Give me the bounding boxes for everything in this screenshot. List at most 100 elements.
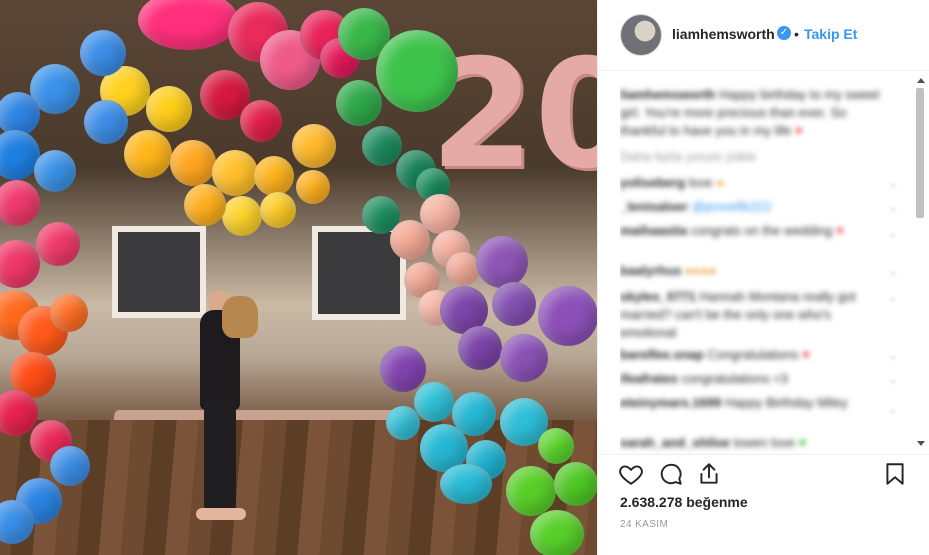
heart-emoji: ♥: [794, 123, 803, 138]
post-photo[interactable]: 20: [0, 0, 597, 555]
likes-count[interactable]: 2.638.278 beğenme: [620, 494, 748, 510]
load-more-comments[interactable]: Daha fazla yorum yükle: [620, 148, 882, 166]
bookmark-icon[interactable]: [882, 461, 908, 487]
chevron-down-icon[interactable]: ⌄: [888, 372, 900, 386]
chevron-down-icon[interactable]: ⌄: [888, 348, 900, 362]
action-bar: [598, 454, 929, 495]
comment-user[interactable]: maihaastia: [620, 223, 687, 238]
balloon: [538, 286, 597, 346]
heart-emoji: ♥: [802, 347, 810, 362]
chevron-down-icon[interactable]: ⌄: [888, 226, 900, 240]
scroll-thumb[interactable]: [916, 88, 924, 218]
comment-row: barelfee.snap Congratulations ♥: [620, 346, 882, 364]
post-modal: 20 liamhemsworth ✓ • Takip Et liamhemswo…: [0, 0, 929, 555]
balloon: [84, 100, 128, 144]
chevron-down-icon[interactable]: ⌄: [888, 402, 900, 416]
balloon: [254, 156, 294, 196]
likes-suffix: beğenme: [686, 494, 748, 510]
chevron-down-icon[interactable]: ⌄: [888, 290, 900, 304]
balloon: [380, 346, 426, 392]
balloon: [222, 196, 262, 236]
balloon: [336, 80, 382, 126]
balloon: [376, 30, 458, 112]
comments-list[interactable]: liamhemsworth Happy birthday to my sweet…: [620, 84, 912, 454]
comment-text: congratulations <3: [681, 371, 789, 386]
balloon: [260, 192, 296, 228]
comment-text: @jennefik222: [691, 199, 772, 214]
dog: [222, 296, 258, 338]
balloon: [138, 0, 238, 50]
comment-user[interactable]: ifeafrates: [620, 371, 678, 386]
chevron-down-icon[interactable]: ⌄: [888, 176, 900, 190]
post-date[interactable]: 24 KASIM: [620, 519, 668, 530]
avatar[interactable]: [620, 14, 662, 56]
balloon: [50, 294, 88, 332]
balloon: [34, 150, 76, 192]
shelf-window: [112, 226, 206, 318]
balloon: [36, 222, 80, 266]
share-icon[interactable]: [696, 461, 722, 487]
comments-scrollbar[interactable]: [915, 76, 927, 446]
balloon: [414, 382, 454, 422]
chevron-down-icon[interactable]: ⌄: [888, 264, 900, 278]
post-header: liamhemsworth ✓ • Takip Et: [598, 0, 929, 71]
balloon: [476, 236, 528, 288]
comment-user[interactable]: eteinymars.1699: [620, 395, 721, 410]
comment-row: yoliseberg love ●: [620, 174, 882, 192]
balloon: [296, 170, 330, 204]
balloon: [386, 406, 420, 440]
comment-user[interactable]: baalyrhus: [620, 263, 681, 278]
balloon: [538, 428, 574, 464]
comment-icon[interactable]: [658, 461, 684, 487]
heart-icon[interactable]: [618, 461, 644, 487]
separator-dot: •: [794, 26, 799, 42]
scroll-down-arrow[interactable]: [917, 441, 925, 446]
comment-row: eteinymars.1699 Happy Birthday Miley: [620, 394, 882, 412]
balloon: [50, 446, 90, 486]
balloon: [440, 464, 492, 504]
balloon: [292, 124, 336, 168]
likes-number: 2.638.278: [620, 494, 683, 510]
balloon: [80, 30, 126, 76]
balloon: [458, 326, 502, 370]
balloon: [240, 100, 282, 142]
balloon: [362, 126, 402, 166]
balloon: [0, 240, 40, 288]
balloon: [146, 86, 192, 132]
post-sidebar: liamhemsworth ✓ • Takip Et liamhemsworth…: [597, 0, 929, 555]
comment-row: baalyrhus ●●●●: [620, 262, 882, 280]
balloon: [554, 462, 597, 506]
follow-button[interactable]: Takip Et: [804, 26, 857, 42]
chevron-down-icon[interactable]: ⌄: [888, 200, 900, 214]
balloon: [390, 220, 430, 260]
comment-user[interactable]: sarah_and_shiloe: [620, 435, 730, 450]
comment-row: ifeafrates congratulations <3: [620, 370, 882, 388]
comment-text: congrats on the wedding: [690, 223, 833, 238]
comment-user[interactable]: yoliseberg: [620, 175, 685, 190]
balloon: [0, 92, 40, 136]
comment-row: _lenisaloer @jennefik222: [620, 198, 882, 216]
comment-text: lowen love: [733, 435, 795, 450]
comment-user[interactable]: _lenisaloer: [620, 199, 688, 214]
balloon: [0, 180, 40, 226]
comment-text: Congratulations: [707, 347, 799, 362]
balloon: [124, 130, 172, 178]
scroll-up-arrow[interactable]: [917, 78, 925, 83]
person-feet: [196, 508, 246, 520]
heart-emoji: ♥: [798, 435, 807, 450]
person-legs: [204, 400, 236, 510]
verified-icon: ✓: [777, 26, 791, 40]
comment-text: ●●●●: [685, 263, 717, 278]
emoji: ●: [716, 175, 724, 190]
comment-text: love: [688, 175, 713, 190]
comment-user[interactable]: liamhemsworth: [620, 87, 715, 102]
balloon: [492, 282, 536, 326]
comment-user[interactable]: skyles_0771: [620, 289, 696, 304]
balloon: [446, 252, 480, 286]
balloon: [500, 334, 548, 382]
balloon: [530, 510, 584, 555]
comment-text: Happy Birthday Miley: [724, 395, 848, 410]
username-link[interactable]: liamhemsworth: [672, 26, 775, 42]
comment-user[interactable]: barelfee.snap: [620, 347, 704, 362]
comment-row: skyles_0771 Hannah Montana really got ma…: [620, 288, 882, 342]
